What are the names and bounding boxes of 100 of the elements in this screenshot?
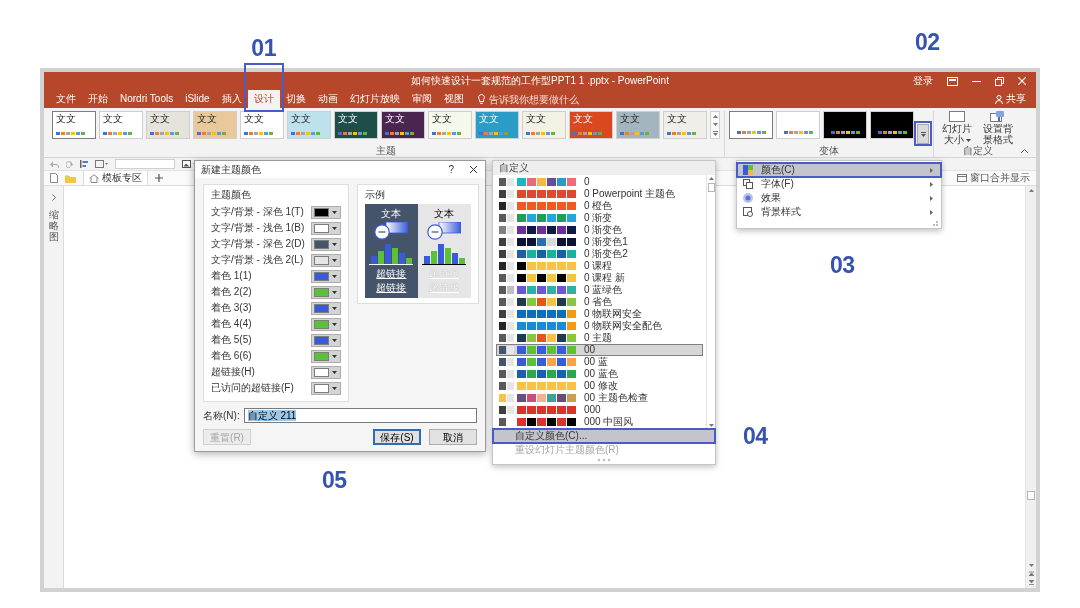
ribbon-tab[interactable]: Nordri Tools <box>114 90 180 108</box>
sample-heading: 文本 <box>434 208 455 219</box>
scroll-down-icon[interactable] <box>708 424 714 427</box>
merge-windows-button[interactable]: 窗口合并显示 <box>957 172 1030 184</box>
color-scheme-item[interactable]: 00 蓝色 <box>496 368 703 380</box>
color-scheme-item[interactable]: 0 Powerpoint 主题色 <box>496 188 703 200</box>
color-scheme-item[interactable]: 0 物联网安全配色 <box>496 320 703 332</box>
tell-me-field[interactable]: 告诉我你想要做什么 <box>488 92 593 106</box>
scroll-up-icon[interactable] <box>1028 189 1034 192</box>
ribbon-tab[interactable]: 切换 <box>279 90 312 108</box>
color-scheme-item[interactable]: 000 中国风 <box>496 416 703 428</box>
color-label: 文字/背景 - 浅色 2(L) <box>211 254 305 266</box>
new-document-icon[interactable] <box>50 173 58 183</box>
theme-thumbnail[interactable]: 文文 <box>240 111 284 139</box>
color-picker-button[interactable] <box>310 221 341 235</box>
ribbon-tab[interactable]: 开始 <box>82 90 114 108</box>
color-picker-button[interactable] <box>310 253 341 267</box>
color-scheme-item[interactable]: 0 主题 <box>496 332 703 344</box>
align-left-icon[interactable] <box>80 160 88 168</box>
color-scheme-item[interactable]: 00 修改 <box>496 380 703 392</box>
sign-in-link[interactable]: 登录 <box>913 75 933 87</box>
scroll-down-icon[interactable] <box>1028 564 1034 567</box>
name-field[interactable]: 自定义 211 <box>243 408 477 423</box>
font-field[interactable] <box>115 159 175 169</box>
color-picker-button[interactable] <box>310 317 341 331</box>
page-up-icon[interactable] <box>1028 571 1034 576</box>
close-icon[interactable] <box>470 166 477 173</box>
caret-icon <box>332 370 338 374</box>
scroll-down-icon[interactable] <box>712 122 718 126</box>
theme-thumbnail[interactable]: 文文 <box>193 111 237 139</box>
scroll-up-icon[interactable] <box>712 114 718 118</box>
ribbon-tab[interactable]: 视图 <box>437 90 470 108</box>
theme-thumbnail[interactable]: 文文 <box>663 111 707 139</box>
chevron-up-icon[interactable] <box>1021 149 1028 153</box>
color-scheme-item[interactable]: 0 橙色 <box>496 200 703 212</box>
ribbon-tab[interactable]: iSlide <box>179 90 216 108</box>
theme-thumbnail[interactable]: 文文 <box>428 111 472 139</box>
theme-thumbnail[interactable]: 文文 <box>99 111 143 139</box>
color-picker-button[interactable] <box>310 205 341 219</box>
color-picker-button[interactable] <box>310 285 341 299</box>
restore-icon[interactable] <box>995 76 1004 86</box>
color-picker-button[interactable] <box>310 269 341 283</box>
color-scheme-item[interactable]: 0 物联网安全 <box>496 308 703 320</box>
dialog-button[interactable]: 取消 <box>429 429 477 445</box>
color-scheme-item[interactable]: 0 渐变色2 <box>496 248 703 260</box>
color-picker-button[interactable] <box>310 381 341 395</box>
ribbon-tab[interactable]: 幻灯片放映 <box>343 90 406 108</box>
theme-thumbnail[interactable]: 文文 <box>569 111 613 139</box>
color-scheme-item[interactable]: 00 蓝 <box>496 356 703 368</box>
theme-thumbnail[interactable]: 文文 <box>334 111 378 139</box>
ribbon-tab[interactable]: 插入 <box>215 90 248 108</box>
theme-thumbnail[interactable]: 文文 <box>52 111 96 139</box>
help-button[interactable]: ? <box>448 163 454 176</box>
document-tab[interactable]: 模板专区 <box>83 171 148 185</box>
color-scheme-item[interactable]: 0 省色 <box>496 296 703 308</box>
color-picker-button[interactable] <box>310 301 341 315</box>
scroll-up-icon[interactable] <box>708 177 714 180</box>
color-scheme-item[interactable]: 0 渐变色 <box>496 224 703 236</box>
ribbon-display-icon[interactable] <box>947 76 958 86</box>
page-down-icon[interactable] <box>1028 580 1034 585</box>
ribbon-tab[interactable]: 动画 <box>311 90 344 108</box>
minimize-icon[interactable] <box>972 80 981 82</box>
resize-grip-icon[interactable] <box>933 221 938 226</box>
color-scheme-item[interactable]: 00 <box>496 344 703 356</box>
ribbon-tab[interactable]: 设计 <box>247 90 280 108</box>
menu-item[interactable]: 背景样式 <box>737 205 941 219</box>
theme-thumbnail[interactable]: 文文 <box>287 111 331 139</box>
color-scheme-item[interactable]: 0 <box>496 176 703 188</box>
ribbon-tab[interactable]: 文件 <box>50 90 82 108</box>
color-strip-icon <box>291 132 320 135</box>
menu-item[interactable]: 效果 <box>737 191 941 205</box>
color-scheme-item[interactable]: 000 <box>496 404 703 416</box>
theme-thumbnail[interactable]: 文文 <box>381 111 425 139</box>
rectangle-dropdown-icon[interactable] <box>95 160 108 168</box>
format-background-button[interactable]: 设置背景格式 <box>979 111 1017 145</box>
color-scheme-item[interactable]: 0 渐变 <box>496 212 703 224</box>
variant-thumbnail[interactable] <box>729 111 773 139</box>
theme-thumbnail[interactable]: 文文 <box>616 111 660 139</box>
color-label: 着色 2(2) <box>211 286 253 298</box>
color-picker-button[interactable] <box>310 349 341 363</box>
color-scheme-item[interactable]: 0 蓝绿色 <box>496 284 703 296</box>
color-picker-button[interactable] <box>310 237 341 251</box>
color-picker-button[interactable] <box>310 365 341 379</box>
color-scheme-item[interactable]: 00 主题色检查 <box>496 392 703 404</box>
scrollbar-thumb[interactable] <box>1027 491 1035 500</box>
dialog-button[interactable]: 保存(S) <box>373 429 421 445</box>
chevron-right-icon[interactable] <box>51 194 56 201</box>
menu-item[interactable]: 字体(F) <box>737 177 941 191</box>
theme-thumbnail[interactable]: 文文 <box>522 111 566 139</box>
slide-size-button[interactable]: 幻灯片大小 <box>938 111 976 145</box>
color-picker-button[interactable] <box>310 333 341 347</box>
share-button[interactable]: 共享 <box>995 90 1026 108</box>
color-scheme-item[interactable]: 0 渐变色1 <box>496 236 703 248</box>
color-scheme-item[interactable]: 0 课程 新 <box>496 272 703 284</box>
scrollbar-thumb[interactable] <box>707 183 715 192</box>
theme-thumbnail[interactable]: 文文 <box>146 111 190 139</box>
plus-icon[interactable] <box>155 174 163 182</box>
more-icon[interactable] <box>712 130 718 136</box>
ribbon-tab[interactable]: 审阅 <box>405 90 438 108</box>
color-scheme-item[interactable]: 0 课程 <box>496 260 703 272</box>
